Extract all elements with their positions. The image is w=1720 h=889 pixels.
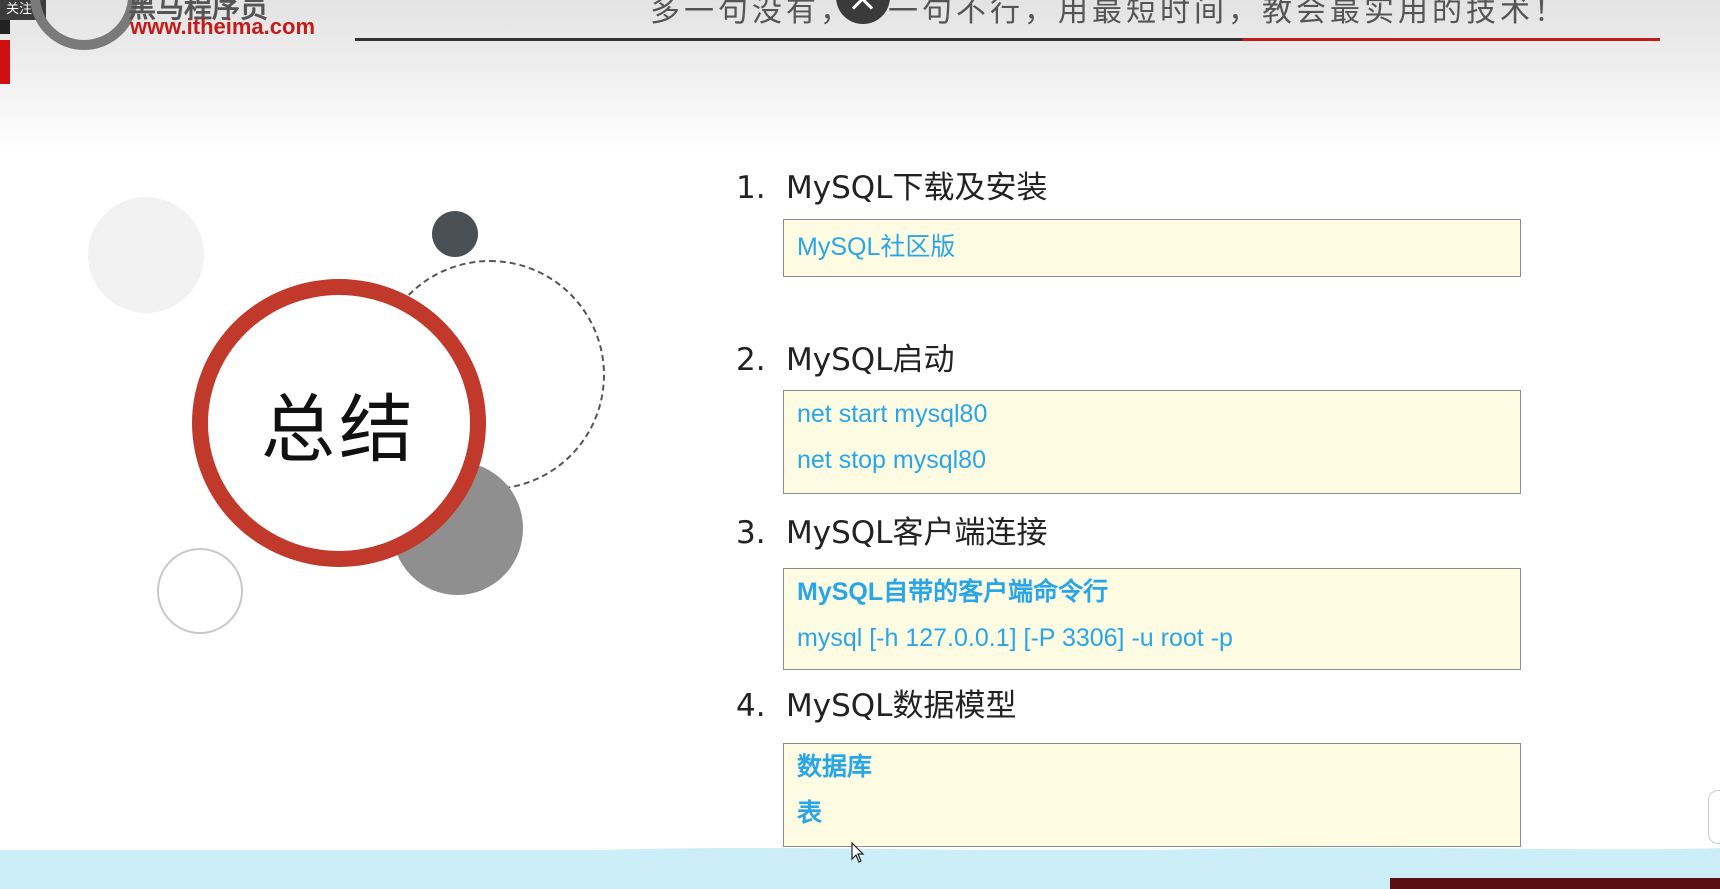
- logo-url: www.itheima.com: [130, 14, 316, 39]
- section-box: MySQL社区版: [783, 219, 1521, 277]
- box-line: MySQL自带的客户端命令行: [797, 578, 1109, 606]
- section-title: MySQL下载及安装: [786, 170, 1048, 206]
- footer-corner: [1390, 878, 1720, 889]
- section-box: 数据库 表: [783, 743, 1521, 847]
- box-line: net stop mysql80: [797, 446, 986, 474]
- section-number: 4.: [736, 688, 766, 724]
- box-line: 表: [797, 799, 823, 827]
- box-line: MySQL社区版: [797, 233, 956, 261]
- box-line: net start mysql80: [797, 400, 988, 428]
- decor-circle-light: [88, 197, 204, 313]
- section-title: MySQL数据模型: [786, 688, 1017, 724]
- summary-title: 总结: [261, 386, 417, 473]
- section-heading: 4. MySQL数据模型: [736, 680, 1016, 725]
- section-title: MySQL客户端连接: [786, 515, 1048, 551]
- section-box: MySQL自带的客户端命令行 mysql [-h 127.0.0.1] [-P …: [783, 568, 1521, 670]
- box-line: mysql [-h 127.0.0.1] [-P 3306] -u root -…: [797, 624, 1233, 652]
- section-heading: 1. MySQL下载及安装: [736, 162, 1047, 207]
- chevron-up-icon: [851, 0, 874, 19]
- side-panel-tab[interactable]: [1708, 790, 1720, 844]
- section-number: 3.: [736, 515, 766, 551]
- header-divider: [355, 38, 1660, 41]
- summary-badge: 总结: [192, 279, 486, 567]
- section-number: 2.: [736, 342, 766, 378]
- section-heading: 2. MySQL启动: [736, 334, 954, 379]
- box-line: 数据库: [797, 753, 873, 781]
- decor-circle-outline: [157, 548, 243, 634]
- section-number: 1.: [736, 170, 766, 206]
- section-title: MySQL启动: [786, 342, 955, 378]
- decor-circle-dark: [432, 211, 478, 257]
- slogan: 多一句没有，少一句不行，用最短时间，教会最实用的技术！: [650, 0, 1568, 29]
- side-marker-red: [0, 40, 10, 84]
- mouse-cursor-icon: [851, 842, 865, 863]
- section-heading: 3. MySQL客户端连接: [736, 507, 1047, 552]
- section-box: net start mysql80 net stop mysql80: [783, 390, 1521, 494]
